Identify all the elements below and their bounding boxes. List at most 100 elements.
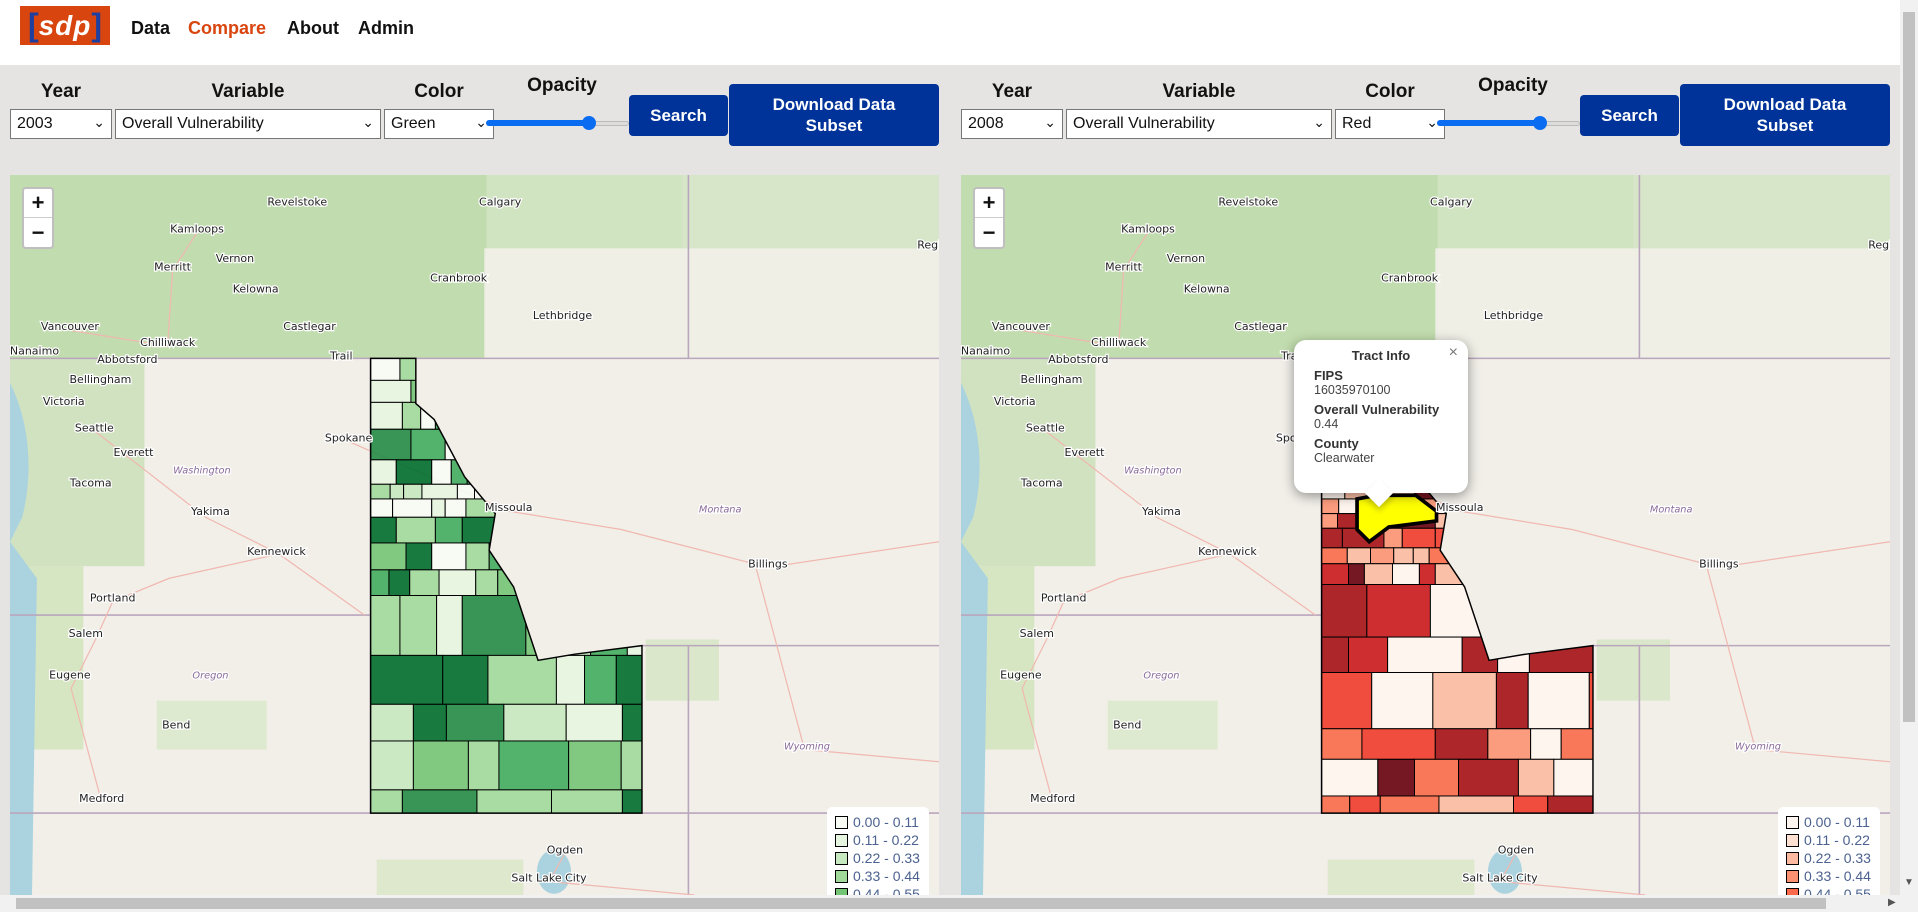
tract[interactable] [525, 516, 557, 544]
tract[interactable] [1570, 449, 1602, 478]
tract[interactable] [508, 358, 545, 381]
tract[interactable] [434, 379, 468, 403]
color-select[interactable]: Green ⌄ [384, 109, 494, 139]
tract[interactable] [370, 654, 444, 705]
tract[interactable] [1492, 527, 1528, 549]
tract[interactable] [582, 498, 623, 518]
nav-compare[interactable]: Compare [188, 18, 266, 39]
tract[interactable] [370, 483, 391, 500]
tract[interactable] [554, 483, 568, 500]
tract[interactable] [540, 401, 578, 430]
tract[interactable] [419, 358, 447, 381]
nav-about[interactable]: About [287, 18, 339, 39]
tract[interactable] [1495, 672, 1529, 730]
tract[interactable] [1429, 584, 1510, 638]
tract[interactable] [1321, 498, 1340, 515]
tract[interactable] [370, 459, 397, 485]
tract[interactable] [1448, 547, 1472, 565]
tract[interactable] [498, 740, 570, 791]
tract[interactable] [530, 542, 548, 571]
tract[interactable] [370, 542, 407, 571]
tract[interactable] [1393, 547, 1414, 565]
tract[interactable] [513, 401, 541, 430]
tract[interactable] [1458, 758, 1519, 797]
tract[interactable] [1537, 476, 1573, 500]
tract[interactable] [557, 358, 577, 381]
tract[interactable] [434, 516, 463, 544]
tract[interactable] [1471, 527, 1494, 549]
tract[interactable] [1568, 427, 1593, 451]
tract[interactable] [551, 569, 579, 596]
tract[interactable] [459, 401, 493, 430]
color-select[interactable]: Red ⌄ [1335, 109, 1445, 139]
tract[interactable] [1453, 513, 1486, 529]
tract[interactable] [1483, 427, 1519, 451]
tract[interactable] [591, 358, 620, 381]
tract[interactable] [1555, 427, 1570, 451]
tract[interactable] [497, 569, 538, 596]
tract[interactable] [395, 459, 433, 485]
tract[interactable] [1412, 547, 1430, 565]
tract[interactable] [1414, 758, 1459, 797]
tract[interactable] [444, 428, 474, 461]
tract[interactable] [1470, 547, 1505, 565]
tract[interactable] [565, 428, 579, 461]
vertical-scroll-thumb[interactable] [1903, 12, 1915, 722]
tract[interactable] [563, 542, 593, 571]
tract[interactable] [621, 498, 649, 518]
tract[interactable] [620, 740, 678, 791]
tract[interactable] [431, 459, 452, 485]
sdp-logo[interactable]: [sdp] [20, 6, 110, 45]
tract[interactable] [1590, 527, 1626, 549]
tract[interactable] [1505, 449, 1543, 478]
tract[interactable] [586, 459, 600, 485]
tract[interactable] [405, 542, 433, 571]
tract[interactable] [1434, 728, 1489, 760]
tract[interactable] [450, 459, 468, 485]
tract[interactable] [370, 703, 414, 742]
tract[interactable] [434, 401, 461, 430]
tract[interactable] [1553, 377, 1593, 394]
tract[interactable] [631, 358, 674, 381]
tract[interactable] [525, 595, 552, 656]
tract[interactable] [1363, 563, 1393, 585]
horizontal-scroll-thumb[interactable] [16, 898, 1826, 909]
tract[interactable] [1366, 584, 1431, 638]
tract[interactable] [436, 595, 463, 656]
tract[interactable] [465, 542, 490, 571]
tract[interactable] [536, 569, 552, 596]
tract[interactable] [1477, 392, 1495, 413]
tract[interactable] [1470, 449, 1507, 478]
choropleth-map[interactable]: Calgary Revelstoke Kamloops Vernon Merritt Ke… [961, 175, 1890, 895]
tract[interactable] [504, 483, 530, 500]
tract[interactable] [1370, 547, 1395, 565]
tract[interactable] [488, 542, 532, 571]
tract[interactable] [558, 498, 584, 518]
tract[interactable] [1571, 563, 1606, 585]
tract[interactable] [584, 654, 617, 705]
tract[interactable] [1502, 563, 1541, 585]
tract[interactable] [483, 379, 511, 403]
tract[interactable] [555, 654, 586, 705]
tract[interactable] [1321, 563, 1349, 585]
tract[interactable] [1477, 377, 1521, 394]
tract[interactable] [1483, 476, 1523, 500]
close-icon[interactable]: × [1449, 344, 1458, 362]
opacity-slider[interactable] [1437, 116, 1580, 130]
tract[interactable] [370, 516, 397, 544]
tract[interactable] [1493, 392, 1508, 413]
tract[interactable] [1539, 563, 1573, 585]
year-select[interactable]: 2008 ⌄ [961, 109, 1063, 139]
tract[interactable] [1528, 636, 1600, 674]
tract[interactable] [1503, 547, 1518, 565]
tract[interactable] [1383, 527, 1403, 549]
tract[interactable] [621, 703, 684, 742]
tract[interactable] [1547, 795, 1594, 852]
tract[interactable] [624, 569, 639, 596]
tract[interactable] [635, 459, 652, 485]
tract[interactable] [1561, 392, 1578, 413]
tract[interactable] [461, 595, 527, 656]
tract[interactable] [467, 740, 500, 791]
tract[interactable] [1541, 449, 1572, 478]
census-tracts[interactable] [370, 358, 685, 819]
